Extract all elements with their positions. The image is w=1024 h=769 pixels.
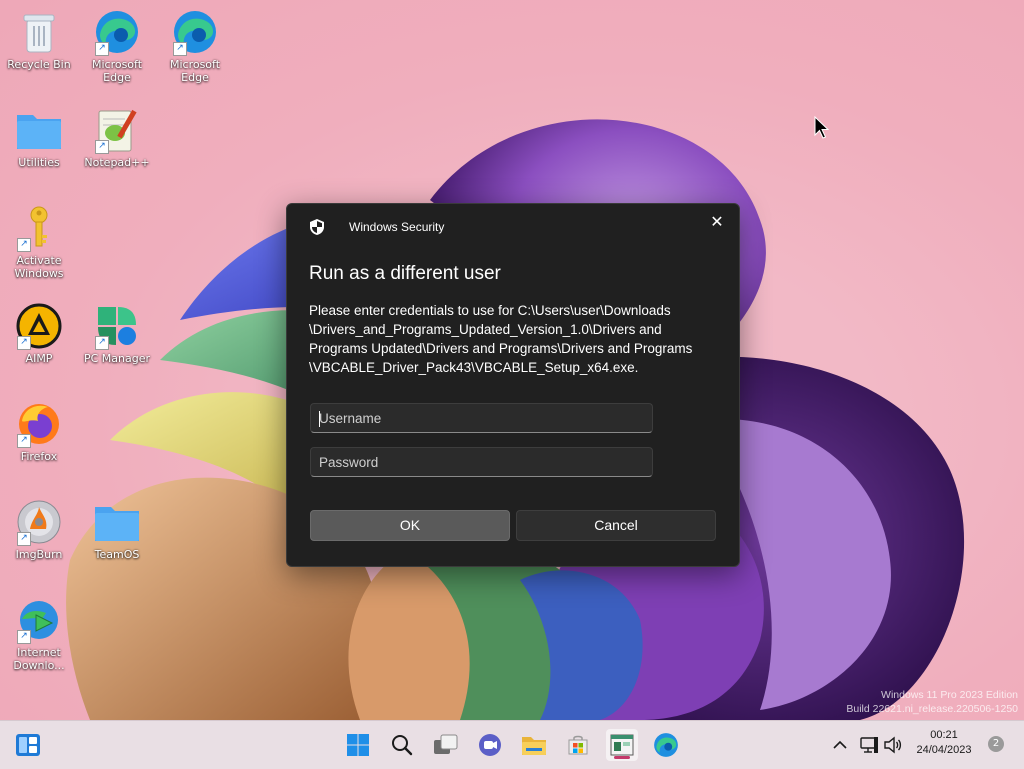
- desktop-icon-notepadpp[interactable]: ↗ Notepad++: [78, 106, 156, 169]
- widgets-icon: [16, 734, 40, 756]
- active-indicator: [614, 756, 630, 759]
- task-view-button[interactable]: [430, 729, 462, 761]
- store-icon: [568, 735, 588, 755]
- show-hidden-icons-button[interactable]: [826, 729, 854, 761]
- desktop-icon-recycle-bin[interactable]: Recycle Bin: [0, 8, 78, 71]
- folder-icon: [15, 106, 63, 154]
- network-icon: [860, 737, 878, 753]
- task-view-icon: [434, 734, 458, 754]
- folder-icon: [93, 498, 141, 546]
- username-field[interactable]: [310, 403, 653, 433]
- shield-icon: [310, 219, 324, 235]
- shortcut-arrow-icon: ↗: [17, 238, 31, 252]
- clock-time: 00:21: [930, 729, 958, 741]
- close-button[interactable]: ✕: [705, 210, 729, 234]
- edge-icon: ↗: [93, 8, 141, 56]
- shortcut-arrow-icon: ↗: [17, 336, 31, 350]
- teams-chat-icon: [479, 734, 501, 756]
- dialog-message: Please enter credentials to use for C:\U…: [309, 303, 693, 375]
- shortcut-arrow-icon: ↗: [17, 532, 31, 546]
- window-app-icon: [610, 734, 634, 756]
- clock-button[interactable]: 00:21 24/04/2023: [912, 729, 976, 756]
- desktop-icon-pc-manager[interactable]: ↗ PC Manager: [78, 302, 156, 365]
- desktop-icon-edge-2[interactable]: ↗ Microsoft Edge: [156, 8, 234, 84]
- edge-icon: ↗: [171, 8, 219, 56]
- mouse-cursor-icon: [814, 116, 830, 139]
- desktop-icon-label: ImgBurn: [15, 548, 63, 561]
- start-button[interactable]: [342, 729, 374, 761]
- desktop-icon-imgburn[interactable]: ↗ ImgBurn: [0, 498, 78, 561]
- desktop-icon-label: Microsoft Edge: [91, 58, 143, 84]
- watermark-line: Windows 11 Pro 2023 Edition: [881, 689, 1018, 701]
- clock-date: 24/04/2023: [916, 744, 972, 756]
- speaker-icon: [884, 736, 902, 754]
- notepadpp-icon: ↗: [93, 106, 141, 154]
- pc-manager-icon: ↗: [93, 302, 141, 350]
- shortcut-arrow-icon: ↗: [95, 336, 109, 350]
- desktop-icon-internet-download-manager[interactable]: ↗ Internet Downlo...: [0, 596, 78, 672]
- file-explorer-button[interactable]: [518, 729, 550, 761]
- shortcut-arrow-icon: ↗: [173, 42, 187, 56]
- watermark-line: Build 22621.ni_release.220506-1250: [846, 703, 1018, 715]
- windows-logo-icon: [347, 734, 369, 756]
- aimp-icon: ↗: [15, 302, 63, 350]
- desktop-icon-label: Activate Windows: [14, 254, 64, 280]
- file-explorer-icon: [522, 737, 546, 755]
- firefox-icon: ↗: [15, 400, 63, 448]
- dialog-title: Run as a different user: [309, 263, 501, 284]
- microsoft-store-button[interactable]: [562, 729, 594, 761]
- desktop-icon-label: PC Manager: [83, 352, 151, 365]
- shortcut-arrow-icon: ↗: [95, 140, 109, 154]
- desktop-icon-firefox[interactable]: ↗ Firefox: [0, 400, 78, 463]
- chevron-up-icon: [833, 740, 847, 749]
- desktop-icon-utilities[interactable]: Utilities: [0, 106, 78, 169]
- run-as-dialog: Windows Security ✕ Run as a different us…: [286, 203, 740, 567]
- teams-chat-button[interactable]: [474, 729, 506, 761]
- desktop-icon-teamos[interactable]: TeamOS: [78, 498, 156, 561]
- widgets-button[interactable]: [12, 729, 44, 761]
- search-icon: [392, 735, 413, 756]
- dialog-header: Windows Security: [309, 218, 444, 236]
- desktop-icon-edge-1[interactable]: ↗ Microsoft Edge: [78, 8, 156, 84]
- notification-badge[interactable]: 2: [988, 736, 1004, 752]
- shortcut-arrow-icon: ↗: [95, 42, 109, 56]
- dialog-app-name: Windows Security: [349, 220, 445, 234]
- volume-button[interactable]: [880, 729, 906, 761]
- password-field[interactable]: [310, 447, 653, 477]
- imgburn-icon: ↗: [15, 498, 63, 546]
- desktop-icon-label: Notepad++: [84, 156, 150, 169]
- search-button[interactable]: [386, 729, 418, 761]
- desktop-icon-aimp[interactable]: ↗ AIMP: [0, 302, 78, 365]
- idm-icon: ↗: [15, 596, 63, 644]
- desktop-icon-label: AIMP: [25, 352, 53, 365]
- desktop-icon-label: Microsoft Edge: [169, 58, 221, 84]
- shortcut-arrow-icon: ↗: [17, 434, 31, 448]
- desktop-icon-label: TeamOS: [94, 548, 140, 561]
- network-button[interactable]: [856, 729, 882, 761]
- text-caret: [319, 411, 320, 427]
- edge-taskbar-button[interactable]: [650, 729, 682, 761]
- desktop-icon-label: Internet Downlo...: [13, 646, 65, 672]
- desktop-icon-label: Recycle Bin: [7, 58, 71, 71]
- cancel-button[interactable]: Cancel: [516, 510, 716, 541]
- recycle-bin-icon: [15, 8, 63, 56]
- edge-icon: [654, 733, 678, 757]
- desktop-icon-label: Utilities: [18, 156, 60, 169]
- ok-button[interactable]: OK: [310, 510, 510, 541]
- key-icon: ↗: [15, 204, 63, 252]
- desktop-icon-activate-windows[interactable]: ↗ Activate Windows: [0, 204, 78, 280]
- windows-watermark: Windows 11 Pro 2023 Edition Build 22621.…: [846, 688, 1018, 716]
- taskbar: 00:21 24/04/2023: [0, 720, 1024, 769]
- active-app-button[interactable]: [606, 729, 638, 761]
- desktop-icon-label: Firefox: [20, 450, 58, 463]
- shortcut-arrow-icon: ↗: [17, 630, 31, 644]
